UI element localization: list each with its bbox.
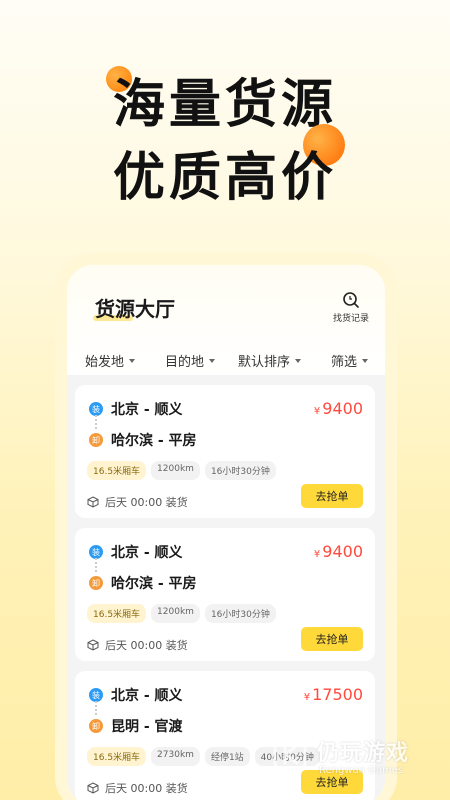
price-value: 9400 [322, 399, 363, 418]
route-connector [95, 701, 97, 715]
caret-down-icon [362, 358, 369, 363]
app-screen: 货源大厅 找货记录 始发地 目的地 默认排序 筛选 装 北京 - 顺义 卸 哈尔… [67, 265, 385, 800]
load-time-text: 后天 00:00 装货 [105, 496, 188, 509]
sort-filter-label: 默认排序 [238, 355, 291, 370]
search-history-icon [343, 292, 359, 308]
price: ¥9400 [314, 542, 363, 561]
more-filter-label: 筛选 [331, 355, 358, 370]
duration-tag: 16小时30分钟 [204, 604, 276, 623]
hero-banner: 海量货源 优质高价 [0, 0, 450, 250]
destination-filter[interactable]: 目的地 [165, 351, 216, 370]
origin-filter[interactable]: 始发地 [85, 351, 136, 370]
route-destination: 卸 哈尔滨 - 平房 [89, 430, 197, 450]
distance-tag: 2730km [151, 747, 200, 766]
vehicle-tag: 16.5米厢车 [87, 461, 147, 480]
caret-down-icon [295, 358, 302, 363]
duration-tag: 16小时30分钟 [204, 461, 276, 480]
route-destination: 卸 哈尔滨 - 平房 [89, 573, 197, 593]
load-time: 后天 00:00 装货 [87, 780, 188, 796]
origin-text: 北京 - 顺义 [111, 545, 183, 561]
route-origin: 装 北京 - 顺义 [89, 399, 183, 419]
search-history-button[interactable]: 找货记录 [331, 291, 371, 324]
load-badge: 装 [89, 402, 103, 416]
tag-list: 16.5米厢车 1200km 16小时30分钟 [87, 604, 281, 623]
destination-text: 哈尔滨 - 平房 [111, 576, 197, 592]
cargo-card[interactable]: 装 北京 - 顺义 卸 哈尔滨 - 平房 ¥9400 16.5米厢车 1200k… [75, 528, 375, 661]
price-value: 17500 [312, 685, 363, 704]
distance-tag: 1200km [151, 461, 200, 480]
route-connector [95, 558, 97, 572]
package-icon [87, 782, 99, 794]
origin-text: 北京 - 顺义 [111, 402, 183, 418]
load-time: 后天 00:00 装货 [87, 494, 188, 510]
load-badge: 装 [89, 545, 103, 559]
unload-badge: 卸 [89, 719, 103, 733]
sort-filter[interactable]: 默认排序 [238, 351, 302, 370]
watermark-en: Rengwan Games [319, 765, 404, 776]
grab-order-button[interactable]: 去抢单 [301, 484, 363, 508]
stops-tag: 经停1站 [204, 747, 250, 766]
cargo-card[interactable]: 装 北京 - 顺义 卸 哈尔滨 - 平房 ¥9400 16.5米厢车 1200k… [75, 385, 375, 518]
watermark-name: 仍玩游戏 [317, 741, 410, 766]
phone-frame: 货源大厅 找货记录 始发地 目的地 默认排序 筛选 装 北京 - 顺义 卸 哈尔… [55, 253, 397, 800]
filter-bar: 始发地 目的地 默认排序 筛选 [67, 343, 385, 373]
watermark: 仍玩游戏 Rengwan Games [273, 735, 443, 785]
route-origin: 装 北京 - 顺义 [89, 542, 183, 562]
destination-text: 昆明 - 官渡 [111, 719, 183, 735]
origin-filter-label: 始发地 [85, 355, 125, 370]
unload-badge: 卸 [89, 576, 103, 590]
search-history-label: 找货记录 [332, 314, 369, 324]
price: ¥9400 [314, 399, 363, 418]
app-header: 货源大厅 找货记录 始发地 目的地 默认排序 筛选 [67, 265, 385, 375]
vehicle-tag: 16.5米厢车 [87, 747, 147, 766]
watermark-logo-icon [273, 737, 307, 771]
price-value: 9400 [322, 542, 363, 561]
origin-text: 北京 - 顺义 [111, 688, 183, 704]
package-icon [87, 496, 99, 508]
more-filter[interactable]: 筛选 [331, 351, 369, 370]
currency-symbol: ¥ [313, 406, 321, 417]
load-time: 后天 00:00 装货 [87, 637, 188, 653]
route-destination: 卸 昆明 - 官渡 [89, 716, 183, 736]
caret-down-icon [129, 358, 136, 363]
currency-symbol: ¥ [313, 549, 321, 560]
tag-list: 16.5米厢车 1200km 16小时30分钟 [87, 461, 281, 480]
page-title: 货源大厅 [95, 297, 175, 321]
currency-symbol: ¥ [303, 692, 311, 703]
caret-down-icon [209, 358, 216, 363]
vehicle-tag: 16.5米厢车 [87, 604, 147, 623]
destination-text: 哈尔滨 - 平房 [111, 433, 197, 449]
load-time-text: 后天 00:00 装货 [105, 639, 188, 652]
route-connector [95, 415, 97, 429]
grab-order-button[interactable]: 去抢单 [301, 627, 363, 651]
load-badge: 装 [89, 688, 103, 702]
hero-headline-1: 海量货源 [112, 75, 337, 135]
hero-headline-2: 优质高价 [112, 148, 337, 208]
route-origin: 装 北京 - 顺义 [89, 685, 183, 705]
package-icon [87, 639, 99, 651]
load-time-text: 后天 00:00 装货 [105, 782, 188, 795]
destination-filter-label: 目的地 [165, 355, 205, 370]
unload-badge: 卸 [89, 433, 103, 447]
distance-tag: 1200km [151, 604, 200, 623]
price: ¥17500 [304, 685, 363, 704]
